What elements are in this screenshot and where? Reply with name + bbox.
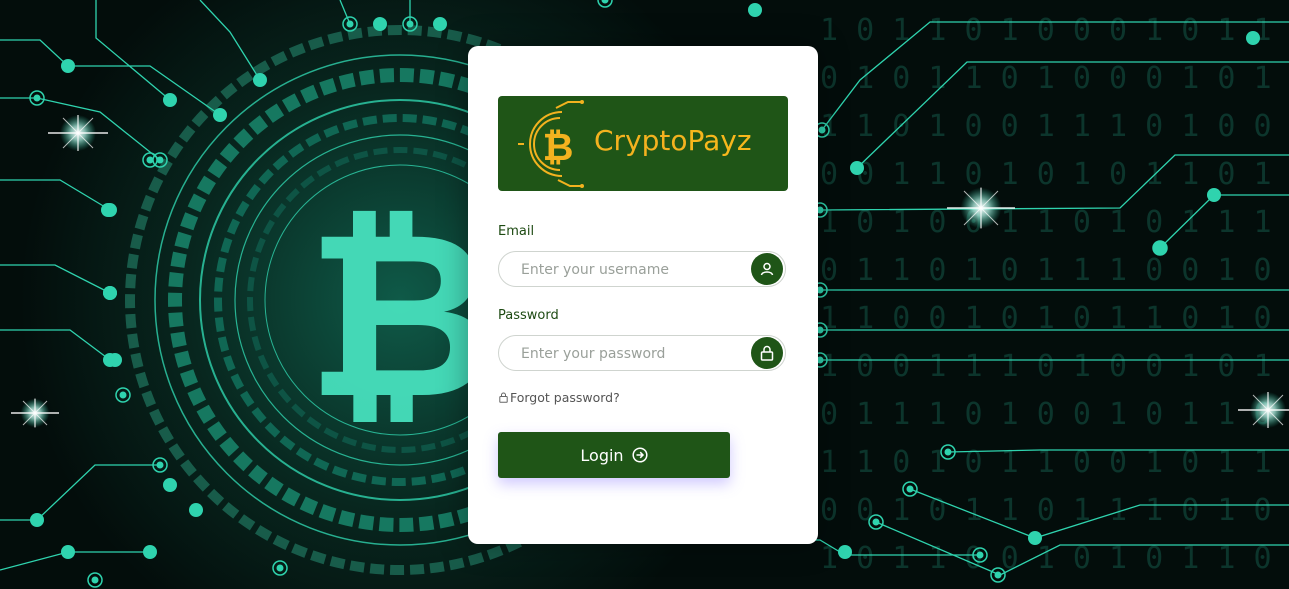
bitcoin-symbol-icon: ₿ (306, 183, 493, 450)
lock-icon (499, 392, 508, 403)
svg-text:1 0 0 1 1 1 0 1 0 0 1 0 1 1: 1 0 0 1 1 1 0 1 0 0 1 0 1 1 (820, 349, 1289, 384)
svg-text:0 0 1 1 0 1 0 1 0 1 1 0 1 0: 0 0 1 1 0 1 0 1 0 1 1 0 1 0 (820, 157, 1289, 192)
svg-text:1 1 0 1 0 0 1 1 1 0 1 0 0 1: 1 1 0 1 0 0 1 1 1 0 1 0 0 1 (820, 109, 1289, 144)
arrow-circle-right-icon (632, 447, 648, 463)
svg-text:1 1 0 0 1 0 1 0 1 1 0 1 0 0: 1 1 0 0 1 0 1 0 1 1 0 1 0 0 (820, 301, 1289, 336)
brand-name: CryptoPayz (594, 124, 752, 157)
login-button[interactable]: Login (498, 432, 730, 478)
password-field-wrapper (498, 335, 786, 372)
brand-name-part1: Crypto (594, 124, 688, 157)
svg-text:0 1 1 1 0 1 0 0 1 0 1 1 0 1: 0 1 1 1 0 1 0 0 1 0 1 1 0 1 (820, 397, 1289, 432)
svg-text:1 0 1 1 0 1 0 0 0 1 0 1 1 0: 1 0 1 1 0 1 0 0 0 1 0 1 1 0 (820, 13, 1289, 48)
svg-text:₿: ₿ (543, 125, 574, 169)
email-field-wrapper (498, 251, 786, 288)
svg-text:0 1 1 0 1 0 1 1 1 0 0 1 0 1: 0 1 1 0 1 0 1 1 1 0 0 1 0 1 (820, 253, 1289, 288)
svg-text:0 1 0 1 1 0 1 0 0 0 1 0 1 1: 0 1 0 1 1 0 1 0 0 0 1 0 1 1 (820, 61, 1289, 96)
brand-name-part2: Payz (687, 124, 752, 157)
password-input[interactable] (519, 336, 743, 372)
login-card: ₿ CryptoPayz Email Password Forgot passw… (468, 46, 818, 544)
email-input[interactable] (519, 252, 743, 288)
user-icon (751, 253, 783, 285)
lock-icon (751, 337, 783, 369)
email-label: Email (498, 224, 535, 239)
svg-text:1 0 1 0 0 1 1 0 1 0 1 1 1 0: 1 0 1 0 0 1 1 0 1 0 1 1 1 0 (820, 205, 1289, 240)
svg-text:1 0 1 1 0 0 1 0 1 0 1 1 0 1: 1 0 1 1 0 0 1 0 1 0 1 1 0 1 (820, 541, 1289, 576)
forgot-password-text: Forgot password? (510, 390, 620, 405)
forgot-password-link[interactable]: Forgot password? (499, 390, 620, 405)
login-button-label: Login (580, 445, 624, 465)
brand-logo: ₿ CryptoPayz (498, 96, 788, 191)
svg-text:₿: ₿ (306, 183, 493, 450)
svg-text:0 0 1 0 1 1 0 1 1 1 0 1 0 0: 0 0 1 0 1 1 0 1 1 1 0 1 0 0 (820, 493, 1289, 528)
bitcoin-logo-icon: ₿ (518, 100, 584, 188)
password-label: Password (498, 308, 559, 323)
